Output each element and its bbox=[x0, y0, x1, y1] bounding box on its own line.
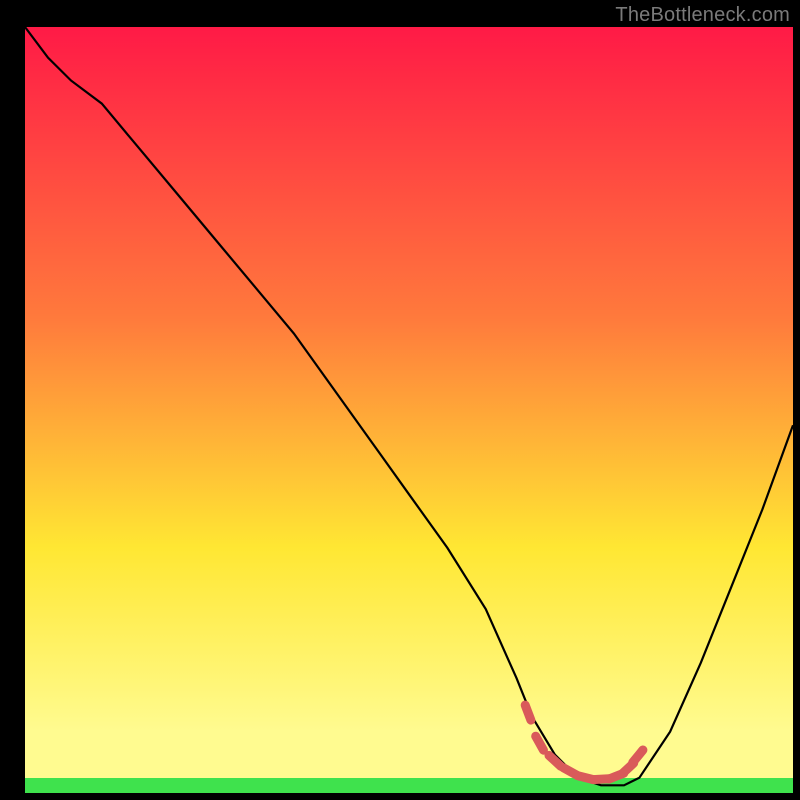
bottleneck-chart bbox=[0, 0, 800, 800]
marker-dot bbox=[525, 705, 531, 720]
watermark-text: TheBottleneck.com bbox=[615, 4, 790, 27]
plot-background bbox=[25, 27, 793, 793]
bottom-green-band bbox=[25, 778, 793, 793]
chart-container: TheBottleneck.com bbox=[0, 0, 800, 800]
